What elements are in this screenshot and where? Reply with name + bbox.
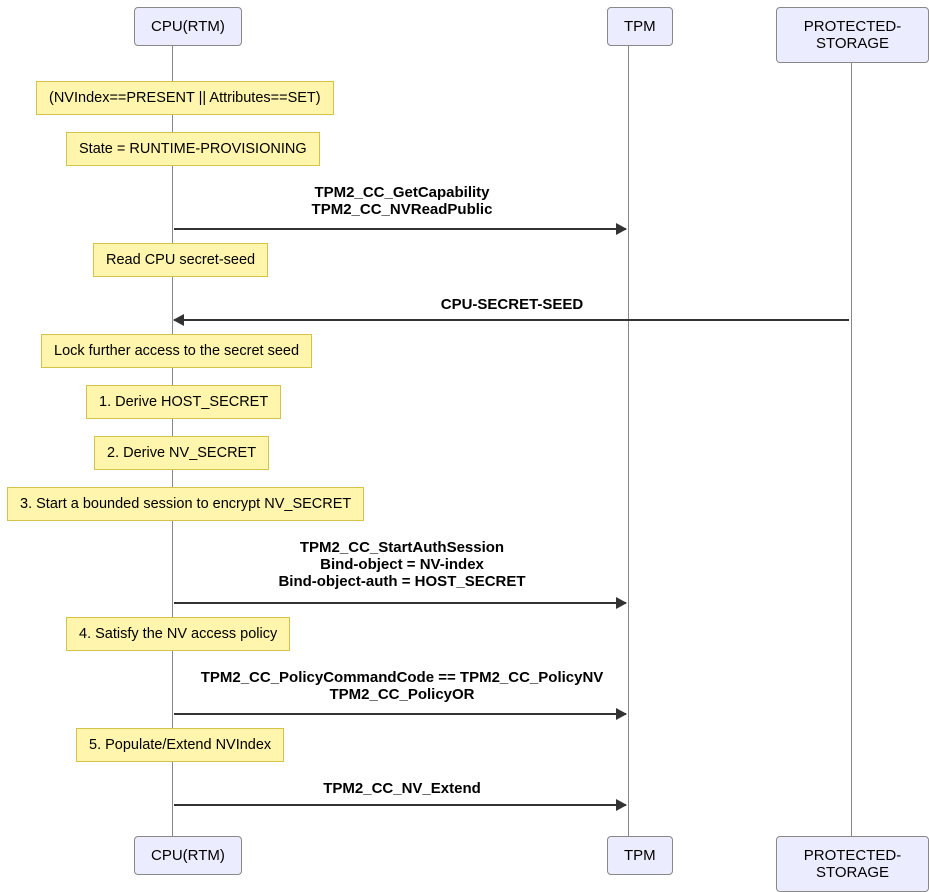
msg-line: TPM2_CC_GetCapability bbox=[172, 184, 632, 201]
msg-getcapability: TPM2_CC_GetCapability TPM2_CC_NVReadPubl… bbox=[172, 184, 632, 218]
msg-line: Bind-object = NV-index bbox=[172, 556, 632, 573]
actor-label: PROTECTED-STORAGE bbox=[804, 847, 902, 881]
arrow-startauthsession bbox=[174, 602, 626, 604]
arrow-secret-seed bbox=[174, 319, 849, 321]
actor-tpm-bottom: TPM bbox=[607, 836, 673, 875]
arrow-nvextend bbox=[174, 804, 626, 806]
actor-label: PROTECTED-STORAGE bbox=[804, 18, 902, 52]
note-lock-seed: Lock further access to the secret seed bbox=[41, 334, 312, 368]
lifeline-storage bbox=[851, 46, 852, 836]
msg-startauthsession: TPM2_CC_StartAuthSession Bind-object = N… bbox=[172, 539, 632, 590]
note-derive-host: 1. Derive HOST_SECRET bbox=[86, 385, 281, 419]
note-start-session: 3. Start a bounded session to encrypt NV… bbox=[7, 487, 364, 521]
note-satisfy-policy: 4. Satisfy the NV access policy bbox=[66, 617, 290, 651]
note-text: Read CPU secret-seed bbox=[106, 252, 255, 268]
actor-storage-top: PROTECTED-STORAGE bbox=[776, 7, 929, 63]
actor-tpm-top: TPM bbox=[607, 7, 673, 46]
msg-line: CPU-SECRET-SEED bbox=[172, 296, 852, 313]
actor-cpu-bottom: CPU(RTM) bbox=[134, 836, 242, 875]
note-text: State = RUNTIME-PROVISIONING bbox=[79, 141, 307, 157]
actor-label: CPU(RTM) bbox=[151, 18, 225, 35]
actor-storage-bottom: PROTECTED-STORAGE bbox=[776, 836, 929, 892]
msg-policy: TPM2_CC_PolicyCommandCode == TPM2_CC_Pol… bbox=[172, 669, 632, 703]
note-text: 4. Satisfy the NV access policy bbox=[79, 626, 277, 642]
note-populate: 5. Populate/Extend NVIndex bbox=[76, 728, 284, 762]
msg-line: TPM2_CC_StartAuthSession bbox=[172, 539, 632, 556]
msg-nvextend: TPM2_CC_NV_Extend bbox=[172, 780, 632, 797]
note-read-seed: Read CPU secret-seed bbox=[93, 243, 268, 277]
msg-line: TPM2_CC_NV_Extend bbox=[172, 780, 632, 797]
lifeline-tpm bbox=[628, 46, 629, 836]
msg-line: Bind-object-auth = HOST_SECRET bbox=[172, 573, 632, 590]
note-text: 5. Populate/Extend NVIndex bbox=[89, 737, 271, 753]
msg-line: TPM2_CC_PolicyCommandCode == TPM2_CC_Pol… bbox=[172, 669, 632, 686]
note-derive-nv: 2. Derive NV_SECRET bbox=[94, 436, 269, 470]
msg-line: TPM2_CC_NVReadPublic bbox=[172, 201, 632, 218]
note-text: (NVIndex==PRESENT || Attributes==SET) bbox=[49, 90, 321, 106]
msg-line: TPM2_CC_PolicyOR bbox=[172, 686, 632, 703]
arrow-getcapability bbox=[174, 228, 626, 230]
note-text: 2. Derive NV_SECRET bbox=[107, 445, 256, 461]
note-text: Lock further access to the secret seed bbox=[54, 343, 299, 359]
note-text: 3. Start a bounded session to encrypt NV… bbox=[20, 496, 351, 512]
note-nvindex-check: (NVIndex==PRESENT || Attributes==SET) bbox=[36, 81, 334, 115]
actor-cpu-top: CPU(RTM) bbox=[134, 7, 242, 46]
actor-label: CPU(RTM) bbox=[151, 847, 225, 864]
note-text: 1. Derive HOST_SECRET bbox=[99, 394, 268, 410]
msg-secret-seed: CPU-SECRET-SEED bbox=[172, 296, 852, 313]
arrow-policy bbox=[174, 713, 626, 715]
actor-label: TPM bbox=[624, 18, 656, 35]
note-state: State = RUNTIME-PROVISIONING bbox=[66, 132, 320, 166]
actor-label: TPM bbox=[624, 847, 656, 864]
